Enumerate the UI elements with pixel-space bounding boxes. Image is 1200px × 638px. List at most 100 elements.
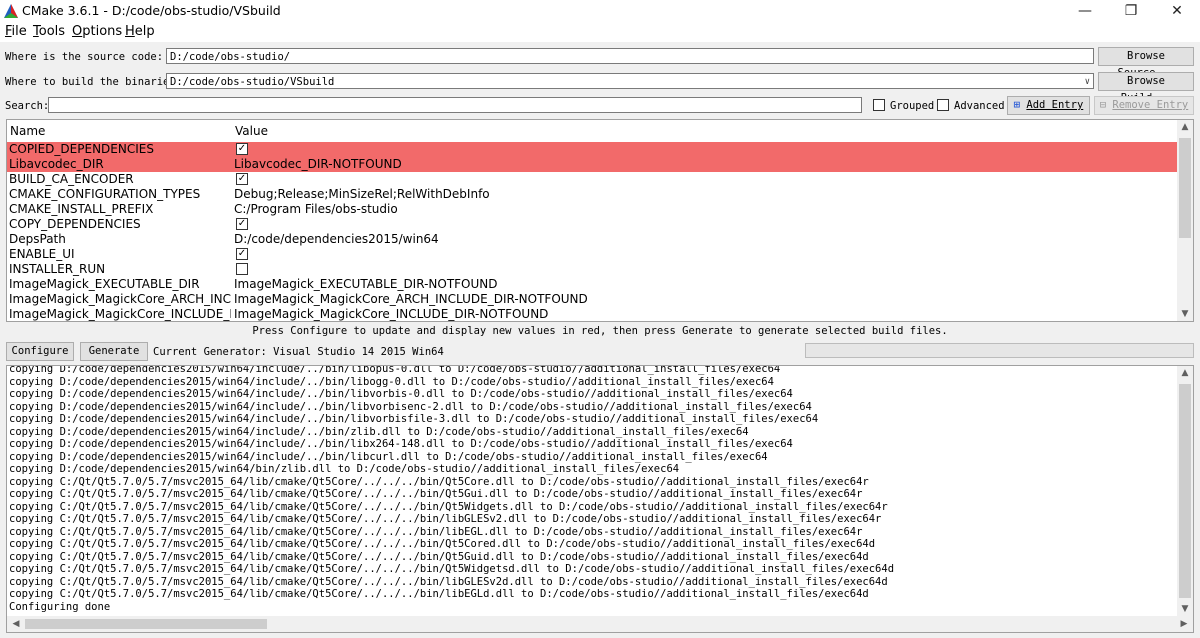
add-entry-label: Add Entry [1026, 99, 1084, 111]
table-row[interactable]: BUILD_CA_ENCODER ✓ [7, 172, 1177, 187]
row-name: COPY_DEPENDENCIES [9, 217, 141, 231]
log-line: copying C:/Qt/Qt5.7.0/5.7/msvc2015_64/li… [9, 588, 869, 600]
plus-icon: ⊞ [1013, 99, 1021, 111]
source-input[interactable]: D:/code/obs-studio/ [166, 48, 1094, 64]
table-row[interactable]: ImageMagick_EXECUTABLE_DIR ImageMagick_EX… [7, 277, 1177, 292]
browse-source-button[interactable]: Browse Source... [1098, 47, 1194, 79]
row-value: ImageMagick_MagickCore_INCLUDE_DIR-NOTFO… [234, 307, 549, 321]
log-line: copying C:/Qt/Qt5.7.0/5.7/msvc2015_64/li… [9, 513, 882, 525]
row-name: Libavcodec_DIR [9, 157, 104, 171]
checkbox-checked-icon[interactable]: ✓ [236, 173, 248, 185]
close-icon[interactable]: ✕ [1154, 0, 1200, 22]
log-line: Configuring done [9, 600, 111, 613]
row-name: COPIED_DEPENDENCIES [9, 142, 154, 156]
generate-button[interactable]: Generate [80, 342, 148, 361]
source-label: Where is the source code: [5, 51, 164, 63]
column-header-value[interactable]: Value [235, 124, 268, 138]
table-header: Name Value [7, 120, 1177, 142]
build-value: D:/code/obs-studio/VSbuild [170, 76, 335, 88]
grouped-checkbox[interactable] [873, 99, 885, 111]
remove-entry-button[interactable]: ⊟ Remove Entry [1094, 96, 1194, 115]
table-row[interactable]: CMAKE_INSTALL_PREFIX C:/Program Files/obs… [7, 202, 1177, 217]
title-bar: CMake 3.6.1 - D:/code/obs-studio/VSbuild… [0, 0, 1200, 22]
cmake-logo-icon [4, 4, 18, 18]
log-line: copying C:/Qt/Qt5.7.0/5.7/msvc2015_64/li… [9, 525, 863, 538]
scroll-down-icon[interactable]: ▼ [1177, 309, 1193, 319]
menu-file[interactable]: File [5, 24, 27, 39]
table-row[interactable]: ImageMagick_MagickCore_ARCH_INCL... Image… [7, 292, 1177, 307]
minimize-icon[interactable]: — [1062, 0, 1108, 22]
log-hscroll-thumb[interactable] [25, 619, 267, 629]
configure-button[interactable]: Configure [6, 342, 74, 361]
search-label: Search: [5, 100, 50, 112]
row-value: ImageMagick_MagickCore_ARCH_INCLUDE_DIR-… [234, 292, 588, 306]
progress-bar [805, 343, 1194, 358]
log-vertical-scrollbar[interactable]: ▲ ▼ [1177, 366, 1193, 616]
chevron-down-icon[interactable]: ∨ [1085, 74, 1090, 90]
log-lines: copying D:/code/dependencies2015/win64/i… [9, 366, 895, 613]
log-line: copying D:/code/dependencies2015/win64/i… [9, 375, 774, 388]
menu-help[interactable]: Help [125, 24, 155, 39]
checkbox-unchecked-icon[interactable] [236, 263, 248, 275]
output-log[interactable]: copying D:/code/dependencies2015/win64/i… [6, 365, 1194, 633]
log-line: copying D:/code/dependencies2015/win64/i… [9, 438, 793, 450]
table-row[interactable]: COPY_DEPENDENCIES ✓ [7, 217, 1177, 232]
table-scroll-thumb[interactable] [1179, 138, 1191, 238]
window-title: CMake 3.6.1 - D:/code/obs-studio/VSbuild [22, 3, 281, 18]
log-line: copying C:/Qt/Qt5.7.0/5.7/msvc2015_64/li… [9, 563, 895, 575]
row-name: BUILD_CA_ENCODER [9, 172, 134, 186]
hint-text: Press Configure to update and display ne… [252, 325, 948, 337]
log-scroll-thumb[interactable] [1179, 384, 1191, 598]
table-row[interactable]: DepsPath D:/code/dependencies2015/win64 [7, 232, 1177, 247]
browse-build-button[interactable]: Browse Build... [1098, 72, 1194, 104]
table-scrollbar[interactable]: ▲ ▼ [1177, 120, 1193, 321]
column-header-name[interactable]: Name [10, 124, 45, 138]
advanced-label: Advanced [954, 100, 1005, 112]
menu-tools[interactable]: Tools [33, 24, 65, 39]
row-value: ImageMagick_EXECUTABLE_DIR-NOTFOUND [234, 277, 498, 291]
row-name: CMAKE_INSTALL_PREFIX [9, 202, 154, 216]
maximize-icon[interactable]: ❐ [1108, 0, 1154, 22]
log-line: copying D:/code/dependencies2015/win64/i… [9, 400, 812, 413]
build-label: Where to build the binaries: [5, 76, 183, 88]
current-generator: Current Generator: Visual Studio 14 2015… [153, 346, 444, 358]
cache-table: Name Value COPIED_DEPENDENCIES ✓ Libavcode… [6, 119, 1194, 322]
checkbox-checked-icon[interactable]: ✓ [236, 143, 248, 155]
row-value: Libavcodec_DIR-NOTFOUND [234, 157, 402, 171]
checkbox-checked-icon[interactable]: ✓ [236, 248, 248, 260]
row-value: D:/code/dependencies2015/win64 [234, 232, 439, 246]
build-combobox[interactable]: D:/code/obs-studio/VSbuild ∨ [166, 73, 1094, 89]
table-row[interactable]: INSTALLER_RUN [7, 262, 1177, 277]
checkbox-checked-icon[interactable]: ✓ [236, 218, 248, 230]
log-line: copying C:/Qt/Qt5.7.0/5.7/msvc2015_64/li… [9, 575, 888, 588]
grouped-label: Grouped [890, 100, 935, 112]
menu-options[interactable]: Options [72, 24, 122, 39]
log-line: copying C:/Qt/Qt5.7.0/5.7/msvc2015_64/li… [9, 550, 869, 563]
minus-icon: ⊟ [1099, 99, 1107, 111]
add-entry-button[interactable]: ⊞ Add Entry [1007, 96, 1090, 115]
row-value: Debug;Release;MinSizeRel;RelWithDebInfo [234, 187, 490, 201]
log-line: copying C:/Qt/Qt5.7.0/5.7/msvc2015_64/li… [9, 500, 888, 513]
log-horizontal-scrollbar[interactable]: ◀ ▶ [7, 616, 1193, 632]
table-row[interactable]: ImageMagick_MagickCore_INCLUDE_D... Image… [7, 307, 1177, 321]
scroll-left-icon[interactable]: ◀ [8, 619, 24, 629]
scroll-down-icon[interactable]: ▼ [1177, 604, 1193, 614]
log-line: copying D:/code/dependencies2015/win64/i… [9, 425, 749, 438]
advanced-checkbox[interactable] [937, 99, 949, 111]
log-line: copying D:/code/dependencies2015/win64/i… [9, 450, 768, 463]
remove-entry-label: Remove Entry [1112, 99, 1189, 111]
table-row[interactable]: COPIED_DEPENDENCIES ✓ [7, 142, 1177, 157]
scroll-up-icon[interactable]: ▲ [1177, 368, 1193, 378]
table-row[interactable]: Libavcodec_DIR Libavcodec_DIR-NOTFOUND [7, 157, 1177, 172]
row-name: CMAKE_CONFIGURATION_TYPES [9, 187, 201, 201]
search-input[interactable] [48, 97, 862, 113]
table-row[interactable]: ENABLE_UI ✓ [7, 247, 1177, 262]
scroll-right-icon[interactable]: ▶ [1176, 619, 1192, 629]
log-line: copying D:/code/dependencies2015/win64/i… [9, 388, 793, 400]
row-name: DepsPath [9, 232, 66, 246]
scroll-up-icon[interactable]: ▲ [1177, 122, 1193, 132]
table-row[interactable]: CMAKE_CONFIGURATION_TYPES Debug;Release;M… [7, 187, 1177, 202]
row-name: ENABLE_UI [9, 247, 75, 261]
log-line: copying C:/Qt/Qt5.7.0/5.7/msvc2015_64/li… [9, 475, 869, 488]
log-line: copying D:/code/dependencies2015/win64/i… [9, 413, 819, 425]
